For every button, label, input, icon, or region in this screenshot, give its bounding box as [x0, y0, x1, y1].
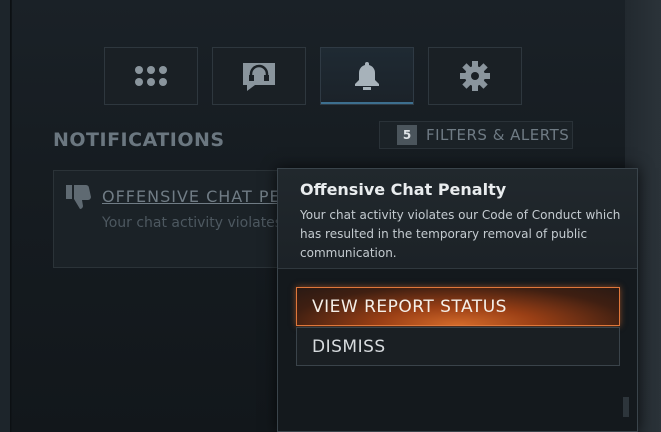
filters-alerts-button[interactable]: 5 FILTERS & ALERTS: [379, 121, 573, 149]
gear-icon: [459, 60, 491, 92]
popup-body: Your chat activity violates our Code of …: [300, 208, 621, 260]
left-edge: [0, 0, 11, 432]
scroll-indicator: [623, 397, 629, 417]
filters-label: FILTERS & ALERTS: [426, 126, 570, 144]
tab-voice[interactable]: [212, 47, 306, 105]
popup-title: Offensive Chat Penalty: [300, 180, 507, 199]
headset-icon: [241, 61, 277, 91]
tab-settings[interactable]: [428, 47, 522, 105]
tab-notifications[interactable]: [320, 47, 414, 105]
thumbs-down-icon: [66, 183, 92, 215]
filters-count-badge: 5: [397, 125, 417, 145]
notification-popup: Offensive Chat Penalty Your chat activit…: [277, 168, 638, 432]
view-report-status-button[interactable]: VIEW REPORT STATUS: [296, 287, 620, 326]
popup-header: Offensive Chat Penalty Your chat activit…: [278, 169, 637, 269]
grid-icon: [132, 61, 170, 91]
page-title: NOTIFICATIONS: [53, 129, 225, 151]
bell-icon: [352, 60, 382, 92]
dismiss-button[interactable]: DISMISS: [296, 327, 620, 366]
tab-grid[interactable]: [104, 47, 198, 105]
